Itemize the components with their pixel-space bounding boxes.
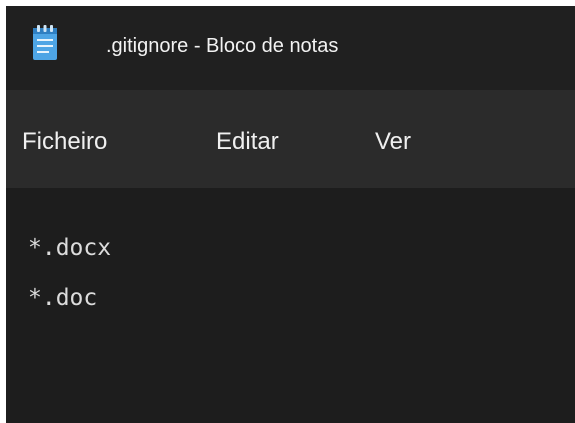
text-editor[interactable]: *.docx *.doc: [6, 188, 575, 423]
editor-line: *.docx: [28, 235, 112, 261]
menu-view[interactable]: Ver: [375, 128, 411, 156]
menu-file[interactable]: Ficheiro: [22, 128, 107, 156]
title-bar: .gitignore - Bloco de notas: [6, 6, 575, 90]
notepad-window: .gitignore - Bloco de notas Ficheiro Edi…: [6, 6, 575, 423]
menu-bar: Ficheiro Editar Ver: [6, 90, 575, 188]
notepad-icon: [32, 25, 58, 61]
editor-line: *.doc: [28, 285, 98, 311]
window-title: .gitignore - Bloco de notas: [106, 35, 339, 57]
menu-edit[interactable]: Editar: [216, 128, 279, 156]
